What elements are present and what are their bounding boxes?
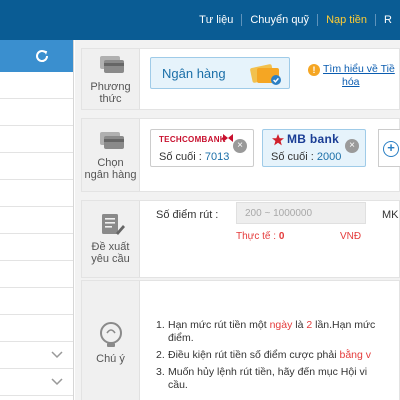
learn-more-link[interactable]: ! Tìm hiểu về Tiề hóa [308, 63, 395, 89]
nav-deposit[interactable]: Nạp tiền [318, 14, 377, 26]
lightbulb-icon [99, 321, 122, 347]
learn-link-line1: Tìm hiểu về Tiề [323, 63, 395, 75]
sidebar-item[interactable] [0, 315, 73, 342]
sidebar-item[interactable] [0, 99, 73, 126]
note-text: Muốn hủy lệnh rút tiền, hãy đến mục Hội … [168, 366, 368, 378]
note-text: lần.Hạn mức [312, 319, 376, 331]
warning-icon: ! [308, 64, 320, 76]
suffix-label: Số cuối : [159, 151, 202, 163]
note-item: 1. Hạn mức rút tiền một ngày là 2 lần.Hạ… [156, 319, 400, 345]
document-edit-icon [101, 214, 125, 235]
notes-label: Chú ý [96, 352, 125, 365]
request-label-box: Đề xuất yêu cầu [82, 201, 140, 277]
techcombank-mark-icon [223, 134, 233, 142]
actual-label: Thực tế : [236, 231, 277, 242]
add-bank-button[interactable]: + [378, 129, 400, 167]
note-item: 3. Muốn hủy lệnh rút tiền, hãy đến mục H… [156, 366, 400, 392]
bank-card-techcombank[interactable]: TECHCOMBANK Số cuối : 7013 × [150, 129, 254, 167]
sidebar-item[interactable] [0, 288, 73, 315]
suffix-number: 2000 [316, 151, 342, 163]
sidebar-dropdown[interactable] [0, 369, 73, 396]
sidebar-item[interactable] [0, 153, 73, 180]
method-section: Phương thức Ngân hàng ! Tìm hiểu về Tiề hó… [81, 48, 400, 110]
suffix-number: 7013 [204, 151, 230, 163]
nav-withdraw[interactable]: R [376, 14, 400, 26]
suffix-label: Số cuối : [271, 151, 314, 163]
method-label-line1: Phương [90, 81, 131, 93]
top-nav: Tư liệu Chuyển quỹ Nạp tiền R [191, 0, 400, 40]
withdraw-panel: Phương thức Ngân hàng ! Tìm hiểu về Tiề hó… [75, 40, 400, 400]
sidebar-item[interactable] [0, 72, 73, 99]
notes-section: Chú ý 1. Hạn mức rút tiền một ngày là 2 … [81, 280, 400, 400]
note-number: 3. [156, 366, 165, 378]
card-check-icon [250, 64, 281, 85]
note-highlight: bằng v [339, 349, 372, 361]
note-text: điểm. [168, 332, 194, 344]
sidebar [0, 40, 74, 400]
request-label-line2: yêu cầu [91, 253, 130, 265]
bank-label-line2: ngân hàng [84, 169, 137, 181]
chevron-down-icon [51, 351, 63, 359]
card-suffix: Số cuối : 7013 [159, 151, 229, 163]
sidebar-dropdown[interactable] [0, 342, 73, 369]
mbbank-star-icon [272, 134, 284, 146]
card-icon [99, 132, 124, 149]
method-label-box: Phương thức [82, 49, 140, 109]
method-label-line2: thức [99, 93, 122, 105]
notes-list: 1. Hạn mức rút tiền một ngày là 2 lần.Hạ… [156, 319, 400, 396]
note-text: là [292, 319, 307, 331]
nav-docs[interactable]: Tư liệu [191, 14, 243, 26]
sidebar-item[interactable] [0, 234, 73, 261]
bank-transfer-option[interactable]: Ngân hàng [150, 57, 290, 89]
bank-select-section: Chọn ngân hàng TECHCOMBANK Số cuối : 7013… [81, 118, 400, 192]
sidebar-header [0, 40, 73, 72]
password-label: MK b [382, 209, 400, 221]
chevron-down-icon [51, 378, 63, 386]
note-number: 1. [156, 319, 165, 331]
sidebar-item[interactable] [0, 261, 73, 288]
card-suffix: Số cuối : 2000 [271, 151, 341, 163]
note-highlight: ngày [269, 319, 293, 331]
request-label-line1: Đề xuất [91, 241, 130, 253]
actual-value: 0 [278, 231, 285, 242]
sidebar-item[interactable] [0, 180, 73, 207]
nav-transfer[interactable]: Chuyển quỹ [242, 14, 319, 26]
currency-label: VNĐ [340, 231, 362, 242]
actual-amount: Thực tế : 0 [236, 231, 284, 242]
bank-label-box: Chọn ngân hàng [82, 119, 140, 191]
bank-label-line1: Chọn [97, 157, 124, 169]
refresh-icon[interactable] [33, 47, 51, 65]
plus-icon: + [383, 141, 399, 157]
techcombank-logo: TECHCOMBANK [159, 135, 226, 144]
remove-card-icon[interactable]: × [233, 139, 247, 153]
note-text: Điều kiện rút tiền số điểm cược phải [168, 349, 340, 361]
note-text: Hạn mức rút tiền một [168, 319, 270, 331]
request-section: Đề xuấtyêu cầu Số điểm rút : MK b Thực t… [81, 200, 400, 278]
bank-option-label: Ngân hàng [162, 66, 226, 81]
note-text: cầu. [168, 379, 188, 391]
points-input[interactable] [236, 202, 366, 224]
notes-label-box: Chú ý [82, 281, 140, 400]
card-icon [99, 56, 124, 73]
top-bar: Tư liệu Chuyển quỹ Nạp tiền R [0, 0, 400, 40]
sidebar-item[interactable] [0, 207, 73, 234]
note-number: 2. [156, 349, 165, 361]
bank-card-mbbank[interactable]: MB bank Số cuối : 2000 × [262, 129, 366, 167]
learn-link-line2: hóa [342, 76, 360, 88]
remove-card-icon[interactable]: × [345, 139, 359, 153]
sidebar-item[interactable] [0, 126, 73, 153]
points-label: Số điểm rút : [156, 209, 219, 221]
mbbank-logo: MB bank [287, 132, 340, 146]
note-item: 2. Điều kiện rút tiền số điểm cược phải … [156, 349, 400, 362]
